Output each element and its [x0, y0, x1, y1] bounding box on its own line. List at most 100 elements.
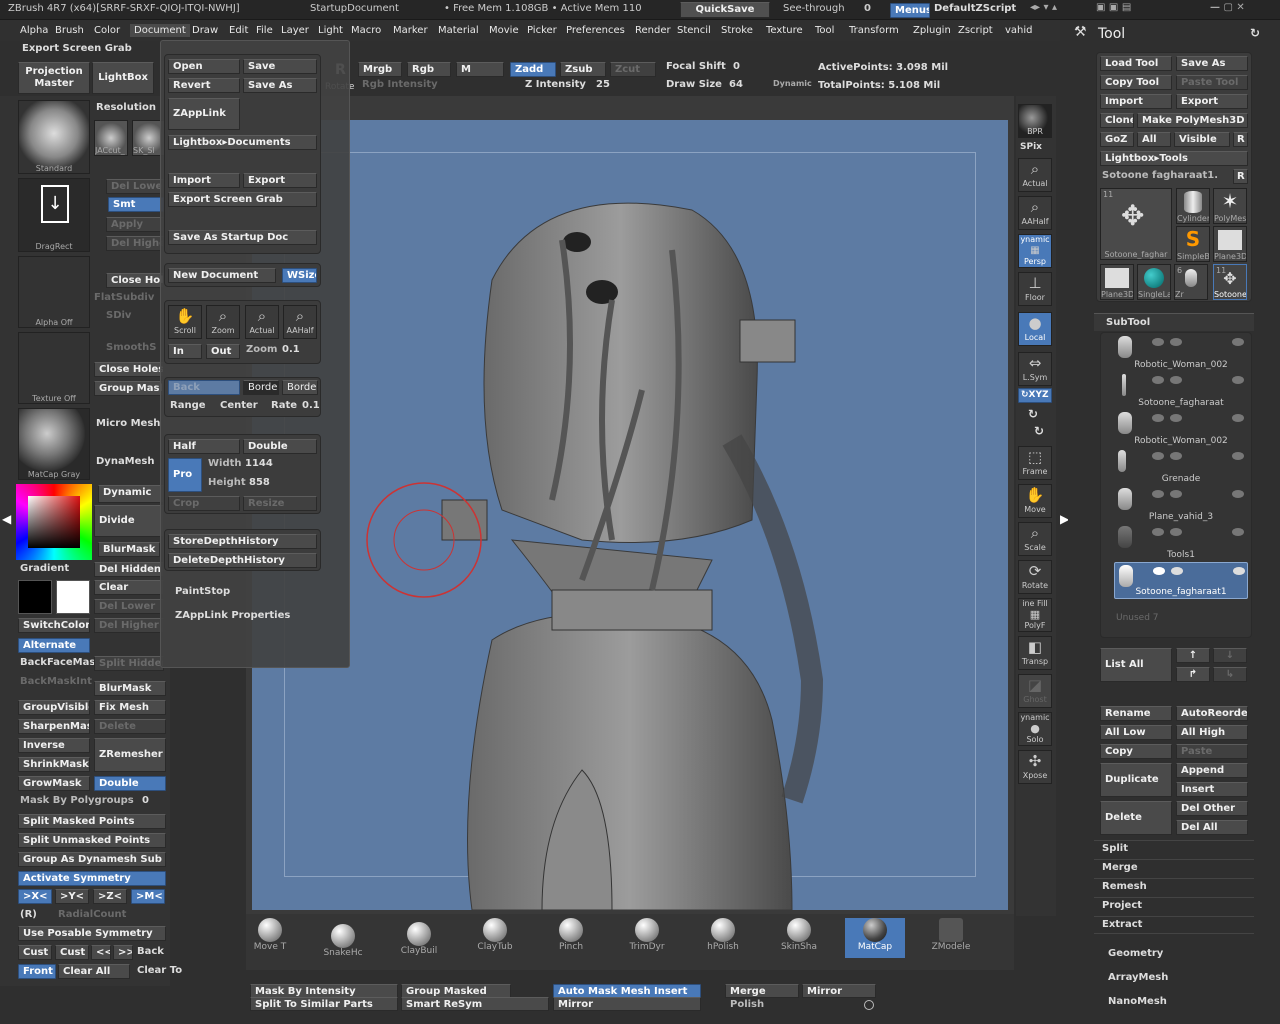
- del-other-button[interactable]: Del Other: [1176, 801, 1248, 816]
- project-section[interactable]: Project: [1094, 897, 1254, 915]
- subtool-4-polypaint-icon[interactable]: [1170, 452, 1182, 460]
- menu-render[interactable]: Render: [635, 25, 671, 36]
- next-button[interactable]: >>: [113, 945, 133, 960]
- brush-hpolish[interactable]: hPolish: [693, 918, 753, 958]
- divide-button[interactable]: Divide: [94, 505, 164, 537]
- radialcount-slider[interactable]: RadialCount: [58, 909, 126, 920]
- doc-center-slider[interactable]: Center: [220, 400, 258, 411]
- menu-tool[interactable]: Tool: [815, 25, 834, 36]
- doc-crop-button[interactable]: Crop: [168, 496, 240, 511]
- subtool-2-polypaint-icon[interactable]: [1170, 376, 1182, 384]
- goz-button[interactable]: GoZ: [1100, 132, 1134, 147]
- tool-thumb-plane3d[interactable]: Plane3D: [1213, 226, 1247, 262]
- doc-zapplink-properties-label[interactable]: ZAppLink Properties: [175, 610, 290, 621]
- canvas[interactable]: [252, 120, 1008, 910]
- rename-button[interactable]: Rename: [1100, 706, 1172, 721]
- secondary-color-swatch[interactable]: [56, 580, 90, 614]
- group-masked-button[interactable]: Group Masl: [94, 381, 164, 396]
- subtool-5-visibility-icon[interactable]: [1152, 490, 1164, 498]
- quicksave-button[interactable]: QuickSave: [680, 2, 770, 18]
- subtool-4-visibility-icon[interactable]: [1152, 452, 1164, 460]
- del-lower-button[interactable]: Del Lower: [106, 179, 164, 194]
- micro-mesh-label[interactable]: Micro Mesh: [96, 418, 160, 429]
- doc-aahalf-button[interactable]: ⌕ AAHalf: [283, 305, 317, 339]
- material-matcap[interactable]: MatCap: [845, 918, 905, 958]
- color-picker[interactable]: [16, 484, 92, 560]
- make-polymesh3d-button[interactable]: Make PolyMesh3D: [1137, 113, 1248, 128]
- menu-macro[interactable]: Macro: [351, 25, 381, 36]
- subtool-6-polypaint-icon[interactable]: [1170, 528, 1182, 536]
- subtool-header[interactable]: SubTool: [1106, 317, 1150, 328]
- doc-border2-button[interactable]: Border2: [282, 380, 318, 395]
- subtool-item-4[interactable]: Grenade: [1114, 448, 1248, 485]
- menu-file[interactable]: File: [256, 25, 273, 36]
- tool-thumb-zr[interactable]: 6 Zr: [1174, 264, 1208, 300]
- radial-r-toggle[interactable]: (R): [20, 909, 37, 920]
- doc-save-as-button[interactable]: Save As: [243, 78, 317, 93]
- goz-all-button[interactable]: All: [1137, 132, 1171, 147]
- current-tool-slider[interactable]: Sotoone fagharaat1.: [1102, 170, 1218, 181]
- polish-slider[interactable]: Polish: [730, 999, 764, 1010]
- menu-layer[interactable]: Layer: [281, 25, 309, 36]
- doc-open-button[interactable]: Open: [168, 59, 240, 74]
- subtool-1-polypaint-icon[interactable]: [1170, 338, 1182, 346]
- merge-section[interactable]: Merge: [1094, 859, 1254, 877]
- tool-thumb-sotoone-large[interactable]: 11 ✥ Sotoone_faghar: [1100, 188, 1172, 260]
- clear-to-label[interactable]: Clear To: [137, 965, 182, 976]
- split-hidden-button[interactable]: Split Hidden: [94, 656, 164, 671]
- lightbox-tools-button[interactable]: Lightbox▸Tools: [1100, 151, 1248, 166]
- subtool-move-undo-button[interactable]: ↳: [1213, 667, 1247, 682]
- doc-save-as-startup-doc-button[interactable]: Save As Startup Doc: [168, 230, 317, 245]
- group-masked-bottom-button[interactable]: Group Masked: [401, 984, 511, 998]
- close-holes-button[interactable]: Close Holes: [94, 362, 164, 377]
- del-higher-button-2[interactable]: Del Higher: [94, 618, 164, 633]
- doc-back-color-button[interactable]: Back: [168, 380, 240, 395]
- tool-thumb-plane3d-2[interactable]: Plane3D: [1100, 264, 1134, 300]
- list-all-button[interactable]: List All: [1100, 648, 1172, 682]
- merge-bottom-button[interactable]: Merge: [725, 984, 799, 998]
- subtool-delete-button[interactable]: Delete: [1100, 801, 1172, 835]
- doc-zoom-in-button[interactable]: In: [168, 344, 202, 359]
- subtool-6-eye-icon[interactable]: [1232, 528, 1244, 536]
- frame-button[interactable]: ⬚ Frame: [1018, 446, 1052, 480]
- doc-range-slider[interactable]: Range: [170, 400, 206, 411]
- menu-zscript[interactable]: Zscript: [958, 25, 993, 36]
- subtool-item-6[interactable]: Tools1: [1114, 524, 1248, 561]
- copy-tool-button[interactable]: Copy Tool: [1100, 75, 1172, 90]
- rotate-z-icon[interactable]: ↻: [1034, 424, 1044, 438]
- transp-button[interactable]: ◧ Transp: [1018, 636, 1052, 670]
- zremesher-button[interactable]: ZRemesher: [94, 738, 166, 772]
- clear-all-button[interactable]: Clear All: [58, 964, 130, 979]
- subtool-7-eye-icon[interactable]: [1233, 567, 1245, 575]
- split-masked-points-button[interactable]: Split Masked Points: [18, 814, 166, 829]
- subtool-copy-button[interactable]: Copy: [1100, 744, 1172, 759]
- symmetry-x-button[interactable]: >X<: [18, 889, 52, 904]
- standard-brush-thumb[interactable]: Standard: [18, 100, 90, 174]
- inverse-button[interactable]: Inverse: [18, 738, 90, 753]
- menu-movie[interactable]: Movie: [489, 25, 519, 36]
- color-picker-square[interactable]: [28, 496, 80, 548]
- extract-section[interactable]: Extract: [1094, 916, 1254, 934]
- tool-thumb-sotoone-small[interactable]: 11 ✥ Sotoone: [1213, 264, 1247, 300]
- goz-visible-button[interactable]: Visible: [1174, 132, 1230, 147]
- menu-marker[interactable]: Marker: [393, 25, 428, 36]
- flat-subdiv-slider[interactable]: FlatSubdiv: [94, 292, 154, 303]
- doc-wsize-button[interactable]: WSize: [282, 268, 317, 283]
- backfacemask-toggle[interactable]: BackFaceMas: [20, 657, 95, 668]
- subtool-7-visibility-icon[interactable]: [1153, 567, 1165, 575]
- doc-zapplink-button[interactable]: ZAppLink: [168, 98, 240, 130]
- doc-store-depth-history-button[interactable]: StoreDepthHistory: [168, 534, 317, 549]
- gradient-label[interactable]: Gradient: [20, 563, 69, 574]
- polyf-button[interactable]: ine Fill ▦ PolyF: [1018, 598, 1052, 632]
- scale-view-button[interactable]: ⌕ Scale: [1018, 522, 1052, 556]
- doc-paintstop-label[interactable]: PaintStop: [175, 586, 230, 597]
- subtool-move-redo-button[interactable]: ↱: [1176, 667, 1210, 682]
- dynamic-button[interactable]: Dynamic: [98, 485, 164, 503]
- menus-button[interactable]: Menus: [890, 3, 930, 18]
- doc-delete-depth-history-button[interactable]: DeleteDepthHistory: [168, 553, 317, 568]
- blurmask-button[interactable]: BlurMask: [94, 681, 166, 696]
- symmetry-z-button[interactable]: >Z<: [93, 889, 127, 904]
- arraymesh-section[interactable]: ArrayMesh: [1108, 972, 1168, 983]
- del-higher-button[interactable]: Del Higher: [106, 236, 164, 251]
- rotate-y-icon[interactable]: ↻: [1028, 407, 1038, 421]
